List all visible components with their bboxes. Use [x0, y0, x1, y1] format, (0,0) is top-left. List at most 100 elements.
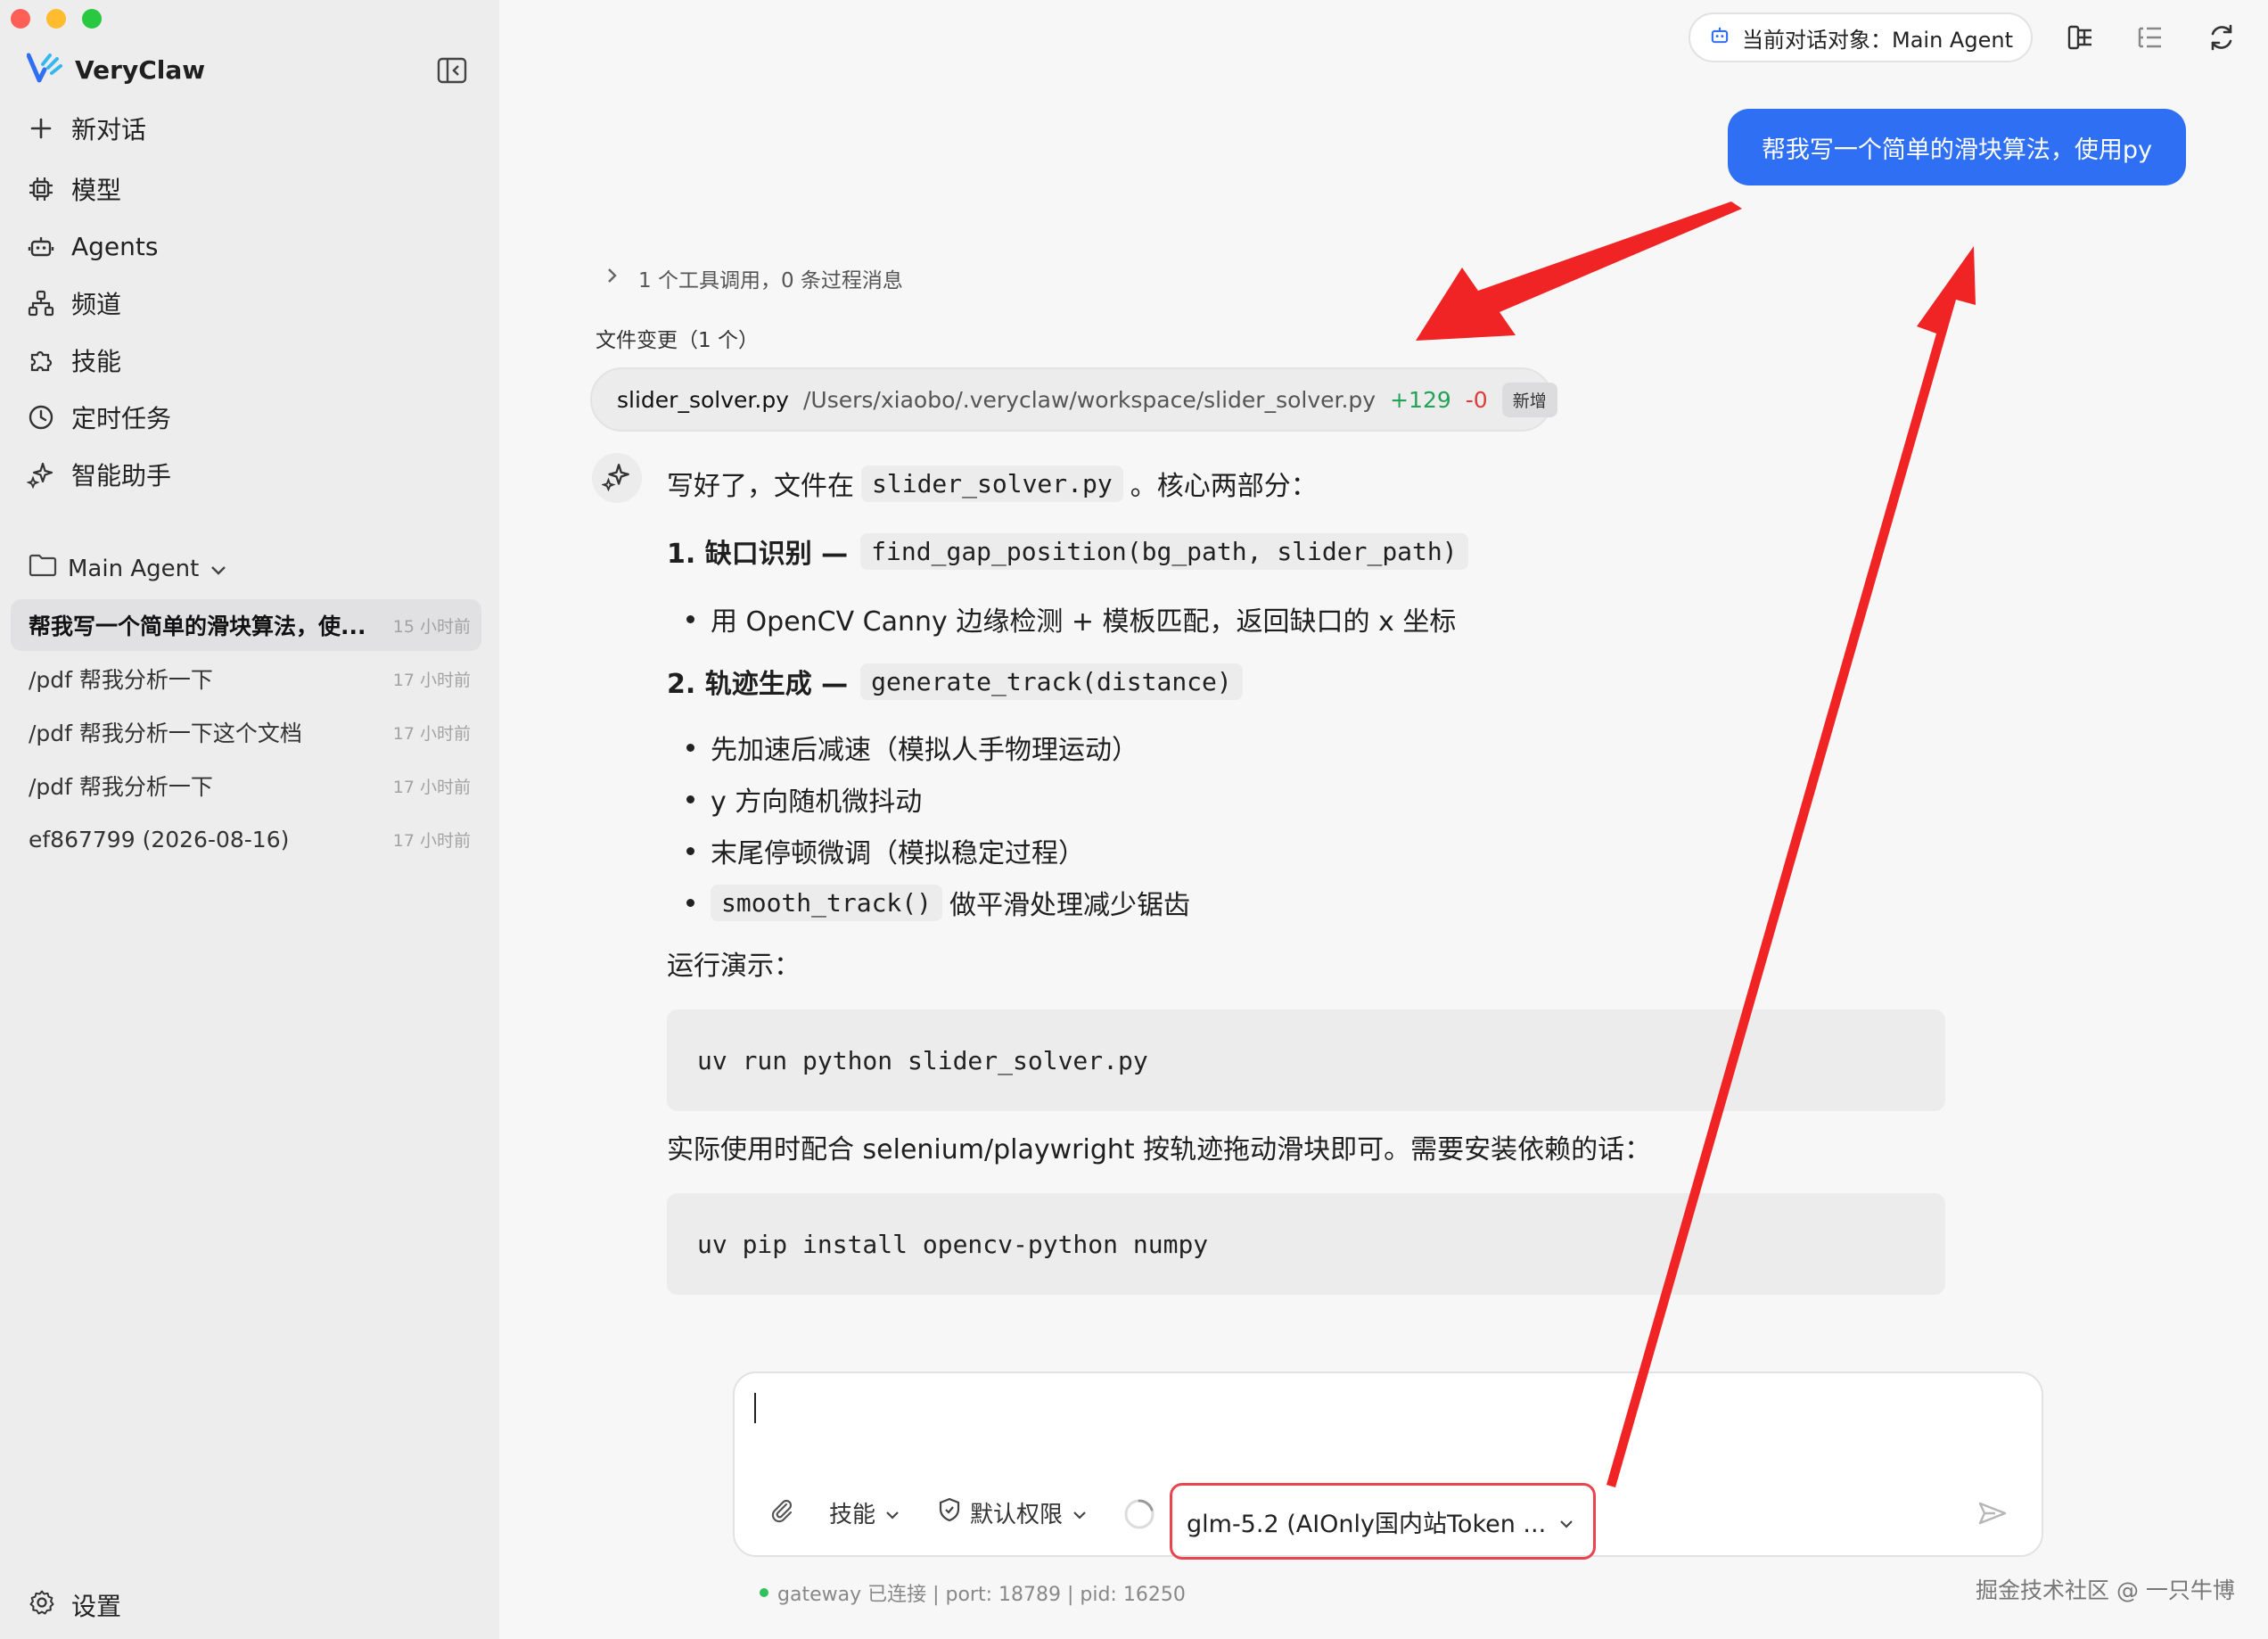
sidebar-item-assistant[interactable]: 智能助手 [26, 453, 171, 496]
gateway-status: gateway 已连接 | port: 18789 | pid: 16250 [760, 1578, 1186, 1607]
file-status-badge: 新增 [1501, 382, 1557, 417]
code-block: uv pip install opencv-python numpy [667, 1193, 1945, 1295]
conversation-title: /pdf 帮我分析一下这个文档 [29, 721, 302, 746]
conversation-item[interactable]: ef867799 (2026-08-16) 17 小时前 [11, 813, 481, 865]
clock-icon [27, 403, 55, 432]
watermark: 掘金技术社区 @ 一只牛博 [1976, 1577, 2235, 1603]
refresh-icon[interactable] [2206, 21, 2238, 54]
reply-intro-text: 写好了，文件在 [667, 471, 854, 502]
sidebar-item-agents[interactable]: Agents [27, 225, 158, 268]
channel-tree-icon [27, 289, 55, 317]
sidebar-item-channels[interactable]: 频道 [27, 282, 121, 325]
list-item-text: 末尾停顿微调（模拟稳定过程） [711, 838, 1085, 869]
chevron-right-icon [606, 267, 619, 290]
sidebar: VeryClaw 新对话 模型 Agents 频道 技能 定时任务 智能助手 M… [0, 0, 499, 1639]
collapse-sidebar-icon[interactable] [437, 57, 467, 84]
sidebar-item-label: Agents [71, 231, 159, 261]
conversation-item[interactable]: 帮我写一个简单的滑块算法，使... 15 小时前 [11, 599, 481, 651]
inline-code: generate_track(distance) [860, 663, 1243, 700]
chevron-down-icon [210, 556, 227, 582]
file-path: /Users/xiaobo/.veryclaw/workspace/slider… [802, 386, 1376, 413]
gear-icon [29, 1589, 55, 1622]
conversation-time: 17 小时前 [392, 670, 471, 690]
status-dot [760, 1588, 768, 1597]
tool-calls-summary[interactable]: 1 个工具调用，0 条过程消息 [606, 263, 903, 293]
list-item-text: 先加速后减速（模拟人手物理运动） [711, 735, 1138, 766]
inline-code: smooth_track() [711, 884, 943, 921]
skills-dropdown[interactable]: 技能 [829, 1496, 900, 1529]
reply-section-2: 2. 轨迹生成 — generate_track(distance) [667, 662, 1250, 701]
permission-dropdown[interactable]: 默认权限 [938, 1496, 1088, 1529]
settings-label: 设置 [71, 1592, 122, 1621]
file-name: slider_solver.py [617, 386, 789, 413]
sidebar-item-models[interactable]: 模型 [27, 168, 121, 210]
attach-button[interactable] [768, 1496, 795, 1529]
sidebar-item-scheduled-tasks[interactable]: 定时任务 [27, 396, 171, 439]
user-message-bubble: 帮我写一个简单的滑块算法，使用py [1728, 109, 2186, 185]
reply-section-1: 1. 缺口识别 — find_gap_position(bg_path, sli… [667, 531, 1475, 571]
conversation-time: 17 小时前 [392, 777, 471, 797]
robot-icon [1708, 23, 1731, 52]
window-minimize-button[interactable] [46, 9, 66, 29]
conversation-time: 17 小时前 [392, 723, 471, 744]
run-demo-text: 运行演示： [667, 951, 801, 982]
usage-paragraph: 实际使用时配合 selenium/playwright 按轨迹拖动滑块即可。需要… [667, 1127, 1651, 1166]
folder-icon [29, 553, 57, 584]
list-item: y 方向随机微抖动 [686, 779, 922, 819]
conversation-title: 帮我写一个简单的滑块算法，使... [29, 614, 366, 639]
list-item-text: 做平滑处理减少锯齿 [949, 890, 1191, 921]
reply-intro-text: 。核心两部分： [1130, 471, 1318, 502]
conversation-target-pill[interactable]: 当前对话对象：Main Agent [1689, 12, 2033, 62]
loading-spinner-icon [1123, 1498, 1155, 1530]
skills-dropdown-label: 技能 [829, 1502, 876, 1528]
robot-icon [27, 232, 55, 260]
settings-button[interactable]: 设置 [29, 1587, 121, 1623]
plus-icon [27, 114, 55, 143]
conversation-time: 15 小时前 [392, 616, 471, 637]
window-zoom-button[interactable] [82, 9, 102, 29]
new-chat-label: 新对话 [71, 115, 147, 144]
sparkle-icon [26, 460, 55, 490]
split-view-icon[interactable] [2065, 21, 2097, 54]
bullet-dot [686, 614, 694, 623]
outline-list-icon[interactable] [2134, 21, 2166, 54]
usage-text: 实际使用时配合 selenium/playwright 按轨迹拖动滑块即可。需要… [667, 1134, 1652, 1165]
sidebar-item-label: 模型 [71, 176, 122, 205]
list-item: 末尾停顿微调（模拟稳定过程） [686, 831, 1085, 870]
file-change-item[interactable]: slider_solver.py /Users/xiaobo/.veryclaw… [590, 367, 1557, 432]
chip-icon [27, 175, 55, 203]
sidebar-item-skills[interactable]: 技能 [27, 339, 121, 382]
arrow-to-file-change [1416, 202, 1742, 341]
section-title: 1. 缺口识别 — [667, 539, 849, 570]
model-selector[interactable]: glm-5.2 (AIOnly国内站Token ... [1170, 1483, 1596, 1560]
chevron-down-icon [1072, 1500, 1088, 1527]
conversation-item[interactable]: /pdf 帮我分析一下 17 小时前 [11, 760, 481, 811]
bullet-dot [686, 846, 694, 855]
model-selector-label: glm-5.2 (AIOnly国内站Token ... [1187, 1510, 1547, 1538]
permission-dropdown-label: 默认权限 [970, 1502, 1064, 1528]
new-chat-button[interactable]: 新对话 [27, 107, 146, 150]
chevron-down-icon [884, 1500, 900, 1527]
file-deletions: -0 [1465, 386, 1488, 413]
conversation-item[interactable]: /pdf 帮我分析一下 17 小时前 [11, 653, 481, 704]
text-caret [754, 1393, 756, 1423]
list-item-text: 用 OpenCV Canny 边缘检测 + 模板匹配，返回缺口的 x 坐标 [711, 606, 1457, 638]
puzzle-icon [27, 346, 55, 375]
list-item-text: y 方向随机微抖动 [711, 787, 923, 818]
inline-code: slider_solver.py [861, 465, 1123, 502]
send-button[interactable] [1977, 1500, 2008, 1533]
app-name: VeryClaw [75, 54, 206, 85]
list-item: smooth_track() 做平滑处理减少锯齿 [686, 883, 1190, 922]
send-icon [1977, 1500, 2008, 1533]
window-close-button[interactable] [11, 9, 30, 29]
file-changes-header: 文件变更（1 个） [596, 329, 759, 352]
reply-intro: 写好了，文件在 slider_solver.py 。核心两部分： [667, 464, 1318, 503]
list-item: 用 OpenCV Canny 边缘检测 + 模板匹配，返回缺口的 x 坐标 [686, 599, 1456, 638]
conversation-title: ef867799 (2026-08-16) [29, 826, 290, 852]
conversation-item[interactable]: /pdf 帮我分析一下这个文档 17 小时前 [11, 706, 481, 758]
veryclaw-logo-icon [26, 52, 62, 87]
inline-code: find_gap_position(bg_path, slider_path) [860, 532, 1468, 570]
agent-group-toggle[interactable]: Main Agent [29, 553, 227, 584]
sidebar-item-label: 频道 [71, 290, 122, 319]
conversation-title: /pdf 帮我分析一下 [29, 667, 213, 693]
